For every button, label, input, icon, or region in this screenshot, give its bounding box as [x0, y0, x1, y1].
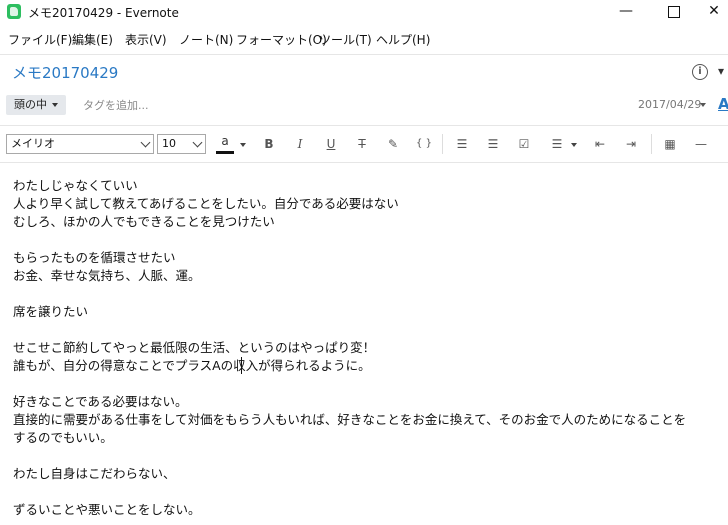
- underline-button[interactable]: U: [323, 136, 339, 152]
- menu-note[interactable]: ノート(N): [179, 31, 233, 48]
- body-line: するのでもいい。: [13, 430, 113, 445]
- align-icon[interactable]: ☰: [549, 136, 565, 152]
- maximize-icon: [668, 6, 680, 18]
- menu-view[interactable]: 表示(V): [125, 31, 167, 48]
- body-line: わたしじゃなくていい: [13, 178, 138, 193]
- body-line: せこせこ節約してやっと最低限の生活、というのはやっぱり変！: [13, 340, 376, 355]
- body-line: [13, 375, 723, 393]
- font-size-value: 10: [162, 137, 176, 150]
- chevron-down-icon: [52, 103, 58, 107]
- italic-button[interactable]: I: [292, 136, 308, 152]
- indent-icon[interactable]: ⇥: [623, 136, 639, 152]
- font-icon[interactable]: A: [718, 95, 728, 113]
- body-line: お金、幸せな気持ち、人脈、運。: [13, 268, 201, 283]
- title-bar: メモ20170429 - Evernote — ✕: [0, 0, 728, 24]
- notebook-selector[interactable]: 頭の中: [6, 95, 66, 115]
- body-line: ずるいことや悪いことをしない。: [13, 502, 201, 517]
- note-title[interactable]: メモ20170429: [12, 62, 118, 83]
- divider: [0, 125, 728, 126]
- numbered-list-icon[interactable]: ☰: [485, 136, 501, 152]
- chevron-down-icon[interactable]: [240, 143, 246, 147]
- body-line: 席を譲りたい: [13, 304, 89, 319]
- notebook-label: 頭の中: [14, 98, 47, 111]
- menu-tools[interactable]: ツール(T): [319, 31, 372, 48]
- more-icon[interactable]: ▾: [718, 64, 724, 78]
- body-line: [13, 483, 723, 501]
- note-editor[interactable]: わたしじゃなくていい 人より早く試して教えてあげることをしたい。自分である必要は…: [13, 177, 723, 519]
- code-block-button[interactable]: { }: [414, 136, 434, 152]
- note-date[interactable]: 2017/04/29: [638, 98, 701, 111]
- text-cursor: [241, 357, 242, 374]
- menu-help[interactable]: ヘルプ(H): [376, 31, 430, 48]
- text-color-button[interactable]: a: [218, 134, 232, 148]
- table-icon[interactable]: ▦: [662, 136, 678, 152]
- body-line: もらったものを循環させたい: [13, 250, 176, 265]
- body-line: 直接的に需要がある仕事をして対価をもらう人もいれば、好きなことをお金に換えて、そ…: [13, 412, 687, 427]
- divider: [0, 162, 728, 163]
- horizontal-rule-icon[interactable]: —: [693, 136, 709, 152]
- divider: [0, 54, 728, 55]
- font-family-select[interactable]: メイリオ: [6, 134, 154, 154]
- chevron-down-icon: [192, 137, 203, 148]
- info-icon[interactable]: i: [692, 64, 708, 80]
- body-line: わたし自身はこだわらない、: [13, 466, 176, 481]
- strikethrough-button[interactable]: T: [354, 136, 370, 152]
- text-color-swatch: [216, 151, 234, 154]
- tag-input[interactable]: タグを追加...: [83, 97, 149, 113]
- menu-format[interactable]: フォーマット(O): [236, 31, 327, 48]
- body-line: [13, 321, 723, 339]
- bullet-list-icon[interactable]: ☰: [454, 136, 470, 152]
- evernote-icon: [7, 4, 21, 19]
- font-size-select[interactable]: 10: [157, 134, 206, 154]
- menu-bar: ファイル(F) 編集(E) 表示(V) ノート(N) フォーマット(O) ツール…: [0, 28, 728, 50]
- body-line: むしろ、ほかの人でもできることを見つけたい: [13, 214, 275, 229]
- outdent-icon[interactable]: ⇤: [592, 136, 608, 152]
- toolbar-separator: [651, 134, 652, 154]
- close-button[interactable]: ✕: [699, 0, 728, 24]
- chevron-down-icon: [140, 137, 151, 148]
- minimize-button[interactable]: —: [603, 0, 649, 24]
- menu-file[interactable]: ファイル(F): [8, 31, 72, 48]
- window-title: メモ20170429 - Evernote: [28, 6, 179, 20]
- font-family-value: メイリオ: [11, 137, 55, 150]
- menu-edit[interactable]: 編集(E): [72, 31, 113, 48]
- chevron-down-icon[interactable]: [571, 143, 577, 147]
- toolbar-separator: [442, 134, 443, 154]
- body-line: 人より早く試して教えてあげることをしたい。自分である必要はない: [13, 196, 399, 211]
- body-line: [13, 231, 723, 249]
- chevron-down-icon[interactable]: [700, 103, 706, 107]
- body-line: 好きなことである必要はない。: [13, 394, 188, 409]
- body-line: 誰もが、自分の得意なことでプラスAの収入が得られるように。: [13, 358, 371, 373]
- body-line: [13, 285, 723, 303]
- checkbox-icon[interactable]: ☑: [516, 136, 532, 152]
- highlighter-icon[interactable]: ✎: [385, 136, 401, 152]
- bold-button[interactable]: B: [261, 136, 277, 152]
- body-line: [13, 447, 723, 465]
- maximize-button[interactable]: [651, 0, 697, 24]
